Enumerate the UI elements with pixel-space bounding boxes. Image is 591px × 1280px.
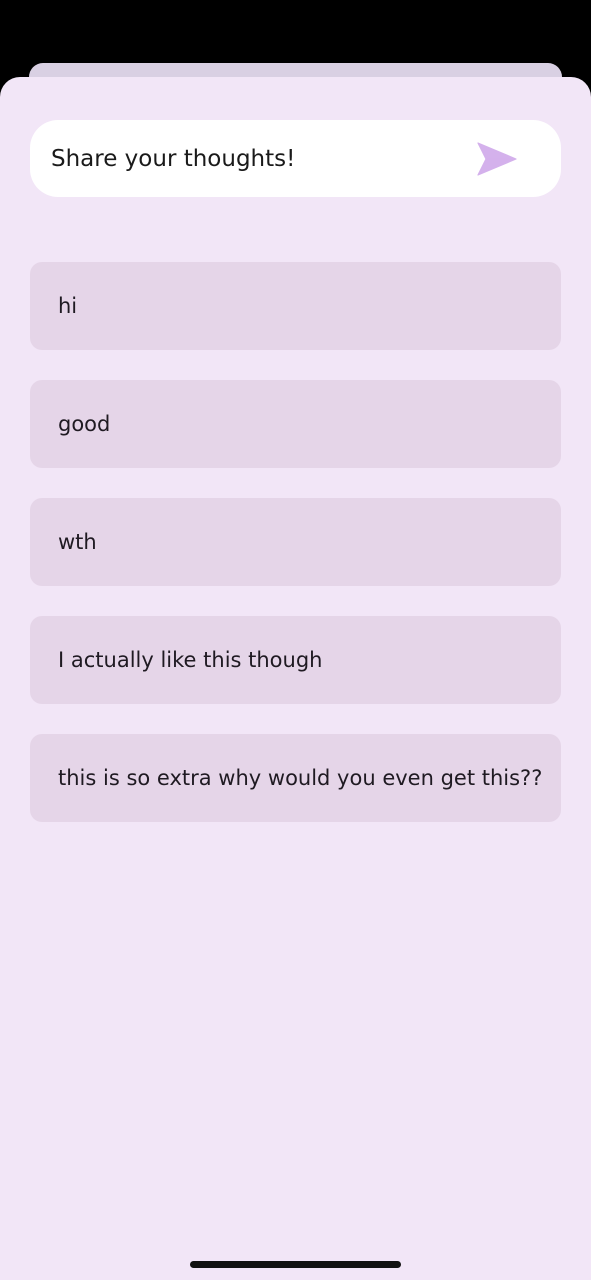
comment-item[interactable]: this is so extra why would you even get … bbox=[30, 734, 561, 822]
comment-composer bbox=[30, 120, 561, 197]
comments-sheet: hi good wth I actually like this though … bbox=[0, 77, 591, 1280]
comment-text: hi bbox=[58, 294, 78, 318]
comment-item[interactable]: I actually like this though bbox=[30, 616, 561, 704]
home-indicator[interactable] bbox=[190, 1261, 401, 1268]
comment-text: wth bbox=[58, 530, 97, 554]
send-button[interactable] bbox=[470, 134, 540, 184]
comment-text: good bbox=[58, 412, 111, 436]
comment-input[interactable] bbox=[30, 120, 470, 197]
comment-item[interactable]: wth bbox=[30, 498, 561, 586]
comment-text: this is so extra why would you even get … bbox=[58, 766, 543, 790]
comment-text: I actually like this though bbox=[58, 648, 323, 672]
comment-list: hi good wth I actually like this though … bbox=[30, 262, 561, 852]
send-arrow-icon bbox=[477, 142, 517, 176]
comment-item[interactable]: hi bbox=[30, 262, 561, 350]
comment-item[interactable]: good bbox=[30, 380, 561, 468]
